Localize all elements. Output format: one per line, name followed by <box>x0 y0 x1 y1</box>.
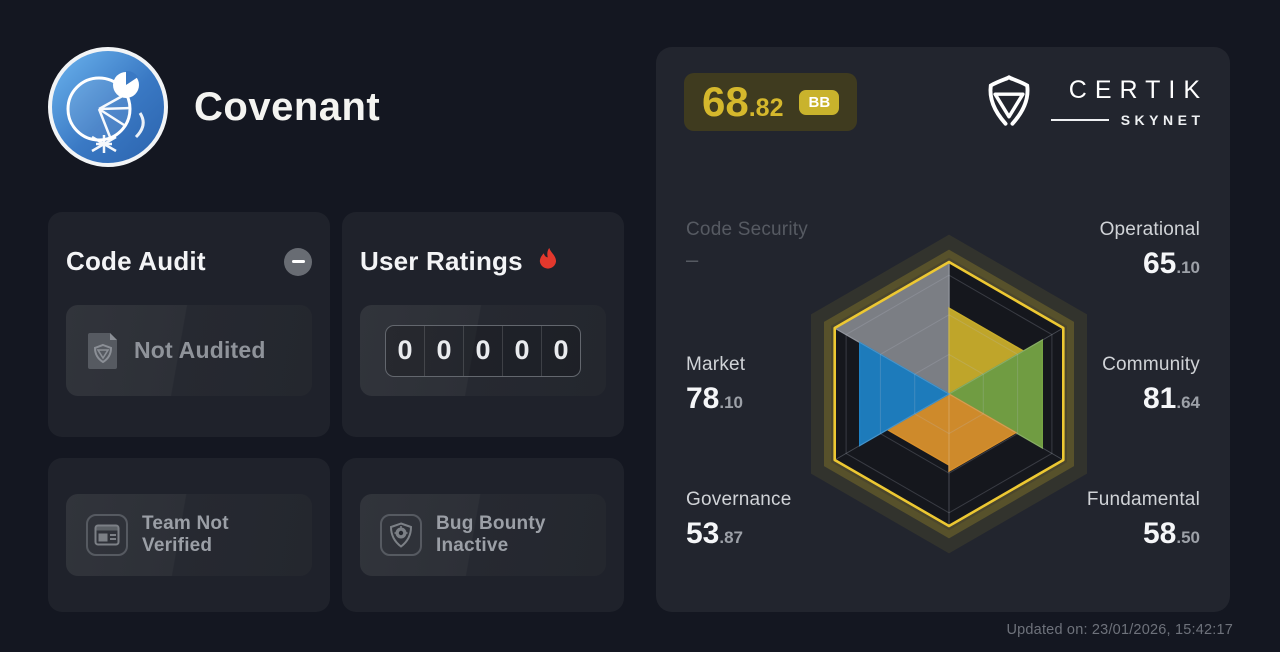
certik-skynet-logo[interactable]: CERTIK SKYNET <box>983 75 1200 129</box>
minus-icon <box>284 247 312 276</box>
bug-bounty-card[interactable]: Bug Bounty Inactive <box>342 458 624 612</box>
code-audit-card[interactable]: Code Audit Not Audited <box>48 212 330 437</box>
counter-digit: 0 <box>386 325 425 376</box>
counter-digit: 0 <box>464 325 503 376</box>
metric-market: Market 78.10 <box>686 354 746 415</box>
covenant-logo <box>48 47 168 167</box>
user-ratings-panel: 0 0 0 0 0 <box>360 305 606 396</box>
covenant-logo-art <box>66 70 145 153</box>
bug-shield-icon <box>380 514 422 556</box>
counter-digit: 0 <box>425 325 464 376</box>
score-decimal: .82 <box>748 94 784 122</box>
certik-rule <box>1050 119 1109 121</box>
audit-document-icon <box>88 332 117 369</box>
skynet-wordmark: SKYNET <box>1120 112 1205 128</box>
code-audit-status: Not Audited <box>134 337 266 363</box>
code-audit-title: Code Audit <box>66 246 206 276</box>
skynet-score-card: 68 .82 BB CERTIK SKYNET Code Security – … <box>656 47 1230 612</box>
score-integer: 68 <box>702 78 749 125</box>
overall-score-pill: 68 .82 BB <box>684 73 858 131</box>
team-verification-card[interactable]: Team Not Verified <box>48 458 330 612</box>
counter-digit: 0 <box>553 335 569 365</box>
team-status: Team Not Verified <box>142 513 229 556</box>
metric-operational: Operational 65.10 <box>1099 219 1200 280</box>
project-header: Covenant <box>48 47 380 167</box>
certik-shield-icon <box>988 75 1030 126</box>
user-ratings-title: User Ratings <box>360 246 523 276</box>
counter-digit: 0 <box>503 325 542 376</box>
user-ratings-card[interactable]: User Ratings 0 0 0 0 0 <box>342 212 624 437</box>
team-status-panel: Team Not Verified <box>66 494 312 576</box>
page-title: Covenant <box>194 84 381 129</box>
bug-bounty-status: Bug Bounty Inactive <box>436 513 546 556</box>
updated-timestamp: Updated on: 23/01/2026, 15:42:17 <box>1006 622 1233 638</box>
grade-badge: BB <box>799 89 840 115</box>
flame-icon <box>535 247 561 277</box>
status-cards-grid: Code Audit Not Audited User Ratings 0 0 … <box>48 212 624 612</box>
metric-community: Community 81.64 <box>1102 354 1200 415</box>
certik-wordmark: CERTIK <box>1068 76 1208 104</box>
ratings-counter: 0 0 0 0 0 <box>385 324 581 377</box>
code-audit-status-panel: Not Audited <box>66 305 312 396</box>
id-card-icon <box>86 514 128 556</box>
metric-code-security: Code Security – <box>686 219 808 272</box>
metric-governance: Governance 53.87 <box>686 489 792 550</box>
metric-fundamental: Fundamental 58.50 <box>1086 489 1200 550</box>
bug-bounty-status-panel: Bug Bounty Inactive <box>360 494 606 576</box>
